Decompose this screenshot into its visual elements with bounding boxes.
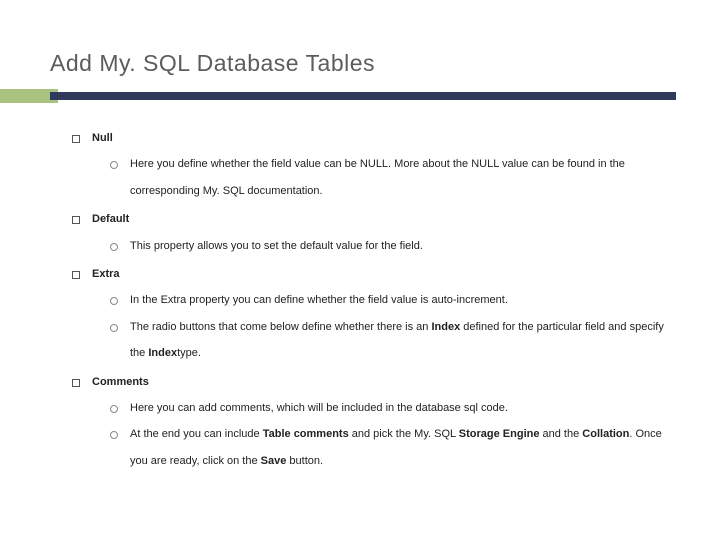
section-list: Null Here you define whether the field va… [70,125,670,474]
rule-bar [50,92,676,100]
body-text: button. [286,455,323,467]
body-text: This property allows you to set the defa… [130,240,423,252]
list-item: In the Extra property you can define whe… [110,287,670,313]
body-text: In the Extra property you can define whe… [130,294,508,306]
body-text: and the [539,428,582,440]
bold-text: Table comments [263,428,349,440]
content-area: Null Here you define whether the field va… [50,125,670,474]
list-item: At the end you can include Table comment… [110,421,670,474]
bold-text: Storage Engine [459,428,540,440]
subitem-list: This property allows you to set the defa… [92,233,670,259]
body-text: The radio buttons that come below define… [130,321,431,333]
list-item: The radio buttons that come below define… [110,314,670,367]
section-label: Null [92,132,113,144]
bold-text: Collation [582,428,629,440]
section-label: Extra [92,268,120,280]
list-item: This property allows you to set the defa… [110,233,670,259]
subitem-list: Here you define whether the field value … [92,151,670,204]
list-item: Here you can add comments, which will be… [110,395,670,421]
page-title: Add My. SQL Database Tables [50,50,670,77]
section-item: Comments Here you can add comments, which… [70,369,670,475]
section-item: Extra In the Extra property you can defin… [70,261,670,367]
title-underline [50,89,670,105]
bold-text: Save [261,455,287,467]
body-text: type. [177,347,201,359]
section-label: Default [92,213,129,225]
slide: Add My. SQL Database Tables Null Here you… [0,0,720,496]
bold-text: Index [431,321,460,333]
section-label: Comments [92,376,149,388]
subitem-list: Here you can add comments, which will be… [92,395,670,474]
bold-text: Index [148,347,177,359]
section-item: Default This property allows you to set t… [70,206,670,259]
body-text: Here you can add comments, which will be… [130,402,508,414]
subitem-list: In the Extra property you can define whe… [92,287,670,366]
body-text: and pick the My. SQL [349,428,459,440]
section-item: Null Here you define whether the field va… [70,125,670,204]
body-text: At the end you can include [130,428,263,440]
body-text: Here you define whether the field value … [130,158,625,196]
list-item: Here you define whether the field value … [110,151,670,204]
